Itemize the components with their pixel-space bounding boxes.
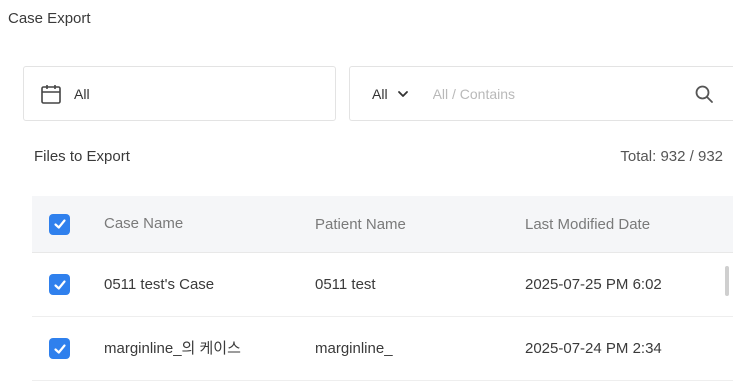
date-filter[interactable]: All: [23, 66, 336, 121]
check-icon: [53, 343, 66, 354]
calendar-icon: [41, 84, 61, 104]
total-count: Total: 932 / 932: [620, 148, 723, 165]
page-title: Case Export: [8, 10, 91, 27]
search-scope-select[interactable]: All: [372, 86, 388, 102]
table-header: Case Name Patient Name Last Modified Dat…: [32, 196, 733, 253]
files-table: Case Name Patient Name Last Modified Dat…: [32, 196, 733, 381]
check-icon: [53, 279, 66, 290]
search-icon[interactable]: [694, 84, 714, 104]
row-checkbox[interactable]: [49, 274, 70, 295]
table-row[interactable]: 0511 test's Case 0511 test 2025-07-25 PM…: [32, 253, 733, 317]
last-modified-cell: 2025-07-24 PM 2:34: [525, 340, 662, 357]
case-name-cell: marginline_의 케이스: [104, 339, 241, 357]
patient-name-cell: 0511 test: [315, 276, 376, 293]
check-icon: [53, 219, 66, 229]
last-modified-cell: 2025-07-25 PM 6:02: [525, 276, 662, 293]
chevron-down-icon[interactable]: [397, 88, 409, 100]
patient-name-cell: marginline_: [315, 340, 393, 357]
column-header-last-modified[interactable]: Last Modified Date: [525, 216, 715, 233]
column-header-patient-name[interactable]: Patient Name: [315, 216, 525, 233]
select-all-checkbox[interactable]: [49, 213, 70, 235]
files-to-export-label: Files to Export: [34, 148, 130, 165]
date-filter-value: All: [74, 85, 90, 102]
row-checkbox[interactable]: [49, 338, 70, 359]
case-name-cell: 0511 test's Case: [104, 275, 215, 293]
column-header-case-name[interactable]: Case Name: [104, 214, 315, 234]
table-row[interactable]: marginline_의 케이스 marginline_ 2025-07-24 …: [32, 317, 733, 381]
scrollbar-thumb[interactable]: [725, 266, 729, 296]
search-input[interactable]: [430, 84, 635, 103]
search-box: All: [349, 66, 733, 121]
